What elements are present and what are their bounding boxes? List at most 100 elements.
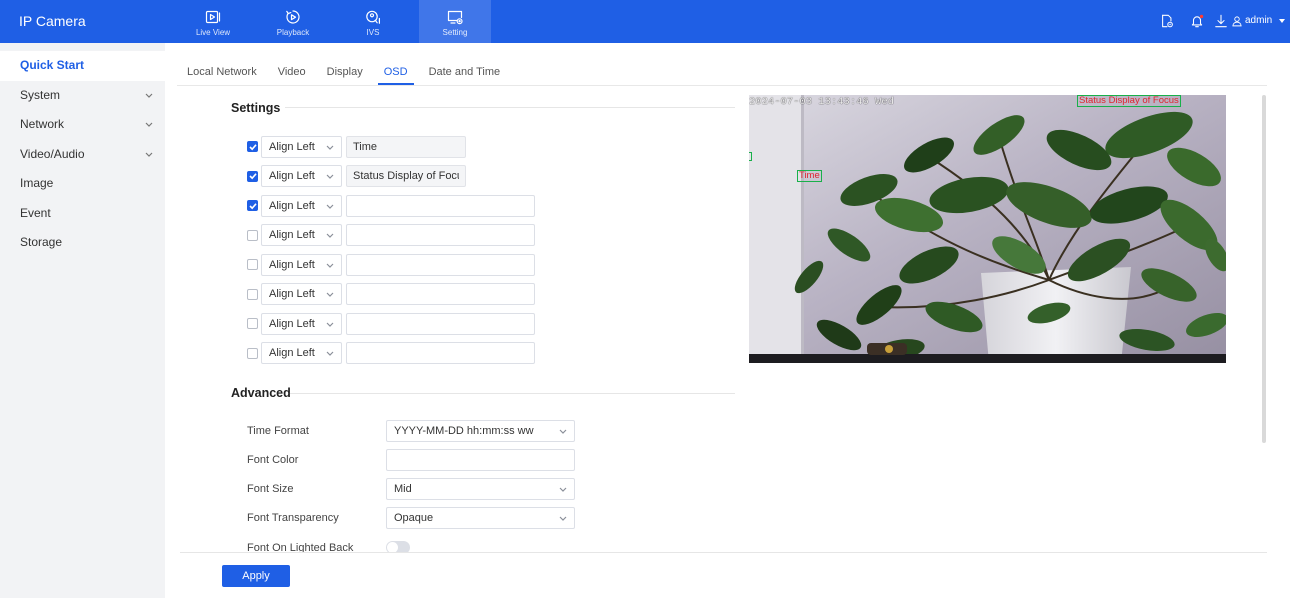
chevron-down-icon bbox=[326, 351, 334, 357]
osd-position-value: Align Left bbox=[269, 199, 315, 212]
osd-overlay-row: Align Left bbox=[247, 280, 535, 310]
chevron-down-icon bbox=[326, 322, 334, 327]
osd-time-overlay[interactable]: Time bbox=[797, 170, 822, 182]
osd-overlay-list: Align Left Align Left Align Left Align L… bbox=[247, 132, 535, 368]
nav-setting[interactable]: Setting bbox=[419, 0, 491, 43]
font-size-select[interactable]: Mid bbox=[386, 478, 575, 501]
osd-position-value: Align Left bbox=[269, 229, 315, 242]
advanced-form: Time Format YYYY-MM-DD hh:mm:ss ww Font … bbox=[247, 416, 575, 552]
osd-text-input[interactable] bbox=[346, 253, 535, 276]
font-transparency-select[interactable]: Opaque bbox=[386, 507, 575, 530]
tab-local-network[interactable]: Local Network bbox=[187, 64, 257, 85]
osd-overlay-row: Align Left bbox=[247, 191, 535, 221]
osd-position-select[interactable]: Align Left bbox=[261, 283, 342, 306]
osd-region-marker[interactable] bbox=[749, 152, 752, 161]
user-menu[interactable]: admin bbox=[1229, 0, 1289, 43]
chevron-down-icon bbox=[326, 263, 334, 268]
checkmark-icon bbox=[248, 144, 257, 151]
font-on-lighted-back-row: Font On Lighted Back bbox=[247, 533, 575, 552]
osd-position-select[interactable]: Align Left bbox=[261, 165, 342, 188]
osd-overlay-row: Align Left bbox=[247, 339, 535, 369]
bell-icon[interactable] bbox=[1190, 14, 1204, 28]
osd-enable-checkbox[interactable] bbox=[247, 170, 258, 182]
osd-text-input[interactable] bbox=[346, 194, 535, 217]
font-color-input[interactable] bbox=[386, 448, 575, 471]
osd-focus-overlay[interactable]: Status Display of Focus bbox=[1077, 95, 1181, 107]
osd-enable-checkbox[interactable] bbox=[247, 229, 258, 241]
chevron-down-icon bbox=[559, 516, 567, 522]
osd-enable-checkbox[interactable] bbox=[247, 347, 258, 359]
osd-position-value: Align Left bbox=[269, 317, 315, 330]
osd-overlay-row: Align Left bbox=[247, 162, 535, 192]
osd-enable-checkbox[interactable] bbox=[247, 288, 258, 300]
osd-position-value: Align Left bbox=[269, 140, 315, 153]
tab-display[interactable]: Display bbox=[327, 64, 363, 85]
tab-video[interactable]: Video bbox=[278, 64, 306, 85]
tab-bar-divider bbox=[177, 85, 1267, 86]
osd-position-select[interactable]: Align Left bbox=[261, 312, 342, 335]
osd-text-input[interactable] bbox=[346, 312, 535, 335]
time-format-label: Time Format bbox=[247, 424, 309, 437]
osd-position-select[interactable]: Align Left bbox=[261, 253, 342, 276]
sidebar-item-quick-start[interactable]: Quick Start bbox=[0, 51, 165, 81]
nav-label: IVS bbox=[366, 28, 380, 37]
font-size-row: Font Size Mid bbox=[247, 475, 575, 504]
osd-timestamp-overlay: 2024-07-03 13:43:46 Wed bbox=[749, 96, 894, 108]
osd-overlay-row: Align Left bbox=[247, 250, 535, 280]
font-color-row: Font Color bbox=[247, 445, 575, 474]
nav-label: Live View bbox=[195, 28, 231, 37]
user-icon bbox=[1232, 16, 1242, 27]
top-bar: IP Camera Live View Playback IVS Setting… bbox=[0, 0, 1290, 43]
advanced-section-title: Advanced bbox=[231, 386, 291, 400]
osd-position-select[interactable]: Align Left bbox=[261, 342, 342, 365]
osd-text-input[interactable] bbox=[346, 135, 466, 158]
font-size-value: Mid bbox=[394, 483, 412, 496]
footer-divider bbox=[180, 552, 1267, 553]
osd-overlay-row: Align Left bbox=[247, 221, 535, 251]
osd-overlay-row: Align Left bbox=[247, 309, 535, 339]
chevron-down-icon bbox=[559, 487, 567, 492]
sidebar-item-label: Quick Start bbox=[20, 58, 85, 72]
osd-text-input[interactable] bbox=[346, 224, 535, 247]
checkmark-icon bbox=[248, 203, 257, 210]
download-icon[interactable] bbox=[1214, 14, 1228, 28]
time-format-select[interactable]: YYYY-MM-DD hh:mm:ss ww bbox=[386, 419, 575, 442]
nav-ivs[interactable]: IVS bbox=[337, 0, 409, 43]
nav-label: Playback bbox=[276, 28, 310, 37]
osd-position-select[interactable]: Align Left bbox=[261, 194, 342, 217]
tab-date-and-time[interactable]: Date and Time bbox=[429, 64, 501, 85]
osd-enable-checkbox[interactable] bbox=[247, 259, 258, 271]
osd-text-input[interactable] bbox=[346, 283, 535, 306]
apply-button[interactable]: Apply bbox=[222, 565, 290, 587]
osd-settings-panel: Settings Align Left Align Left Align Lef… bbox=[0, 86, 1290, 552]
osd-overlay-row: Align Left bbox=[247, 132, 535, 162]
scrollbar-thumb[interactable] bbox=[1262, 95, 1266, 443]
app-title: IP Camera bbox=[19, 13, 86, 29]
section-divider bbox=[290, 393, 735, 394]
osd-text-input[interactable] bbox=[346, 342, 535, 365]
nav-live-view[interactable]: Live View bbox=[177, 0, 249, 43]
osd-position-value: Align Left bbox=[269, 170, 315, 183]
username: admin bbox=[1245, 15, 1273, 26]
nav-playback[interactable]: Playback bbox=[257, 0, 329, 43]
chevron-down-icon bbox=[326, 174, 334, 180]
font-color-label: Font Color bbox=[247, 453, 299, 466]
osd-enable-checkbox[interactable] bbox=[247, 318, 258, 330]
device-config-icon[interactable] bbox=[1160, 14, 1174, 28]
setting-icon bbox=[447, 10, 463, 25]
osd-text-input[interactable] bbox=[346, 165, 466, 188]
osd-enable-checkbox[interactable] bbox=[247, 200, 258, 212]
osd-position-value: Align Left bbox=[269, 347, 315, 360]
camera-preview[interactable]: 2024-07-03 13:43:46 Wed Status Display o… bbox=[749, 95, 1226, 363]
font-transparency-value: Opaque bbox=[394, 512, 434, 525]
font-transparency-row: Font Transparency Opaque bbox=[247, 504, 575, 533]
section-divider bbox=[285, 107, 735, 108]
chevron-down-icon bbox=[559, 429, 567, 434]
settings-section-title: Settings bbox=[231, 101, 281, 115]
playback-icon bbox=[286, 10, 300, 24]
osd-enable-checkbox[interactable] bbox=[247, 141, 258, 153]
font-size-label: Font Size bbox=[247, 483, 294, 496]
tab-osd[interactable]: OSD bbox=[377, 64, 414, 85]
osd-position-select[interactable]: Align Left bbox=[261, 135, 342, 158]
osd-position-select[interactable]: Align Left bbox=[261, 224, 342, 247]
